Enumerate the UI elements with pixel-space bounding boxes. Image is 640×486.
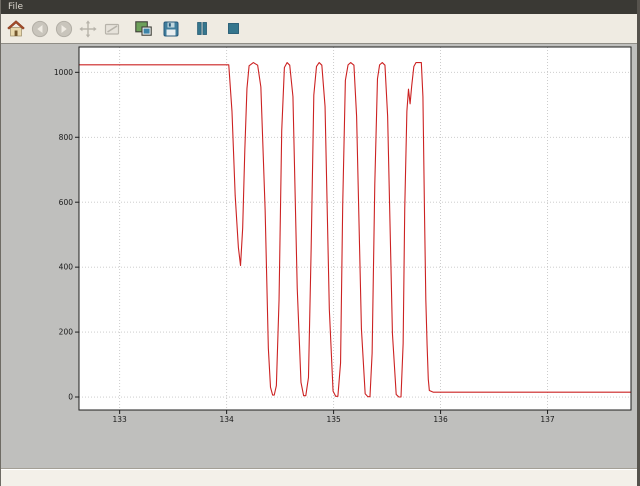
figure-canvas: 0 200 400 600 800 1000 133 134 135 136 137 <box>1 44 637 468</box>
pan-move-icon <box>79 20 97 38</box>
status-bar <box>1 468 637 486</box>
toolbar <box>1 14 637 44</box>
zoom-rect-icon <box>103 20 121 38</box>
menu-bar: File <box>1 0 637 14</box>
x-tick-label: 137 <box>540 415 555 424</box>
back-arrow-icon <box>31 20 49 38</box>
x-tick-label: 133 <box>112 415 127 424</box>
y-tick-label: 400 <box>59 263 74 272</box>
app-window: File <box>0 0 640 486</box>
menu-file[interactable]: File <box>1 0 30 14</box>
y-tick-label: 600 <box>59 198 74 207</box>
x-tick-label: 136 <box>433 415 448 424</box>
stop-button[interactable] <box>222 16 244 42</box>
chart-svg: 0 200 400 600 800 1000 133 134 135 136 137 <box>1 44 637 468</box>
x-tick-label: 134 <box>219 415 234 424</box>
home-button[interactable] <box>5 16 27 42</box>
home-icon <box>7 20 25 37</box>
x-tick-label: 135 <box>326 415 341 424</box>
plot-area <box>79 47 631 410</box>
subplots-config-icon <box>135 21 152 36</box>
zoom-rect-button[interactable] <box>101 16 123 42</box>
forward-button[interactable] <box>53 16 75 42</box>
save-floppy-icon <box>163 21 179 37</box>
subplots-button[interactable] <box>132 16 154 42</box>
stop-icon <box>227 22 240 35</box>
back-button[interactable] <box>29 16 51 42</box>
forward-arrow-icon <box>55 20 73 38</box>
pause-icon <box>195 21 209 36</box>
y-tick-label: 800 <box>59 133 74 142</box>
pause-button[interactable] <box>191 16 213 42</box>
y-tick-label: 0 <box>68 393 73 402</box>
y-tick-label: 200 <box>59 328 74 337</box>
y-tick-label: 1000 <box>54 68 73 77</box>
save-button[interactable] <box>160 16 182 42</box>
pan-button[interactable] <box>77 16 99 42</box>
